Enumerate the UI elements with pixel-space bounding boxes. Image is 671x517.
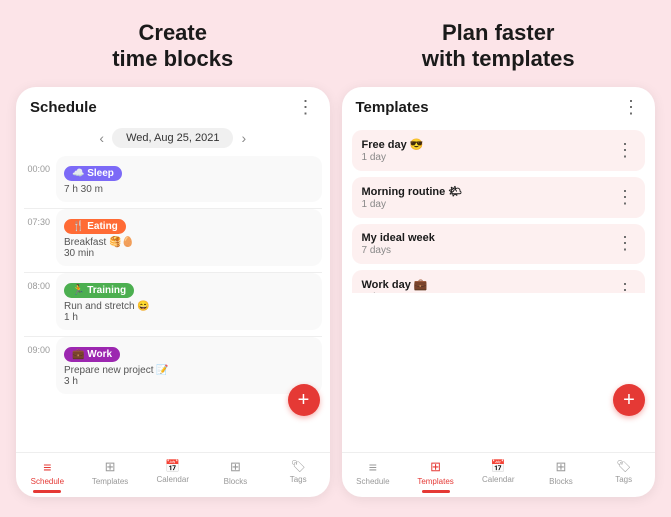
training-desc: Run and stretch 😄1 h <box>64 301 314 323</box>
time-label-0900: 09:00 <box>24 337 50 355</box>
nav-calendar-left[interactable]: 📅 Calendar <box>141 459 204 493</box>
time-block-row-training: 08:00 🏃 Training Run and stretch 😄1 h <box>16 273 330 336</box>
nav-tags-left[interactable]: 🏷 Tags <box>267 459 330 493</box>
calendar-nav-icon-right: 📅 <box>491 459 506 473</box>
time-block-row-eating: 07:30 🍴 Eating Breakfast 🥞🥚30 min <box>16 209 330 272</box>
template-duration-morning: 1 day <box>362 199 463 210</box>
nav-templates-left[interactable]: ⊞ Templates <box>79 459 142 493</box>
templates-menu-icon[interactable]: ⋮ <box>622 97 641 118</box>
tags-nav-icon-left: 🏷 <box>291 459 306 473</box>
template-name-morning: Morning routine 🌤 <box>362 185 463 198</box>
eating-block[interactable]: 🍴 Eating Breakfast 🥞🥚30 min <box>56 209 322 266</box>
nav-blocks-left[interactable]: ⊞ Blocks <box>204 459 267 493</box>
schedule-active-bar <box>33 490 61 493</box>
template-item-work-day[interactable]: Work day 💼 1 day ⋮ <box>352 270 646 293</box>
template-item-free-day[interactable]: Free day 😎 1 day ⋮ <box>352 130 646 171</box>
eating-desc: Breakfast 🥞🥚30 min <box>64 237 314 259</box>
nav-blocks-right[interactable]: ⊞ Blocks <box>530 459 593 493</box>
date-display[interactable]: Wed, Aug 25, 2021 <box>112 128 233 148</box>
schedule-nav-label: Schedule <box>31 477 64 486</box>
date-navigation: ‹ Wed, Aug 25, 2021 › <box>16 124 330 156</box>
templates-phone: Templates ⋮ Free day 😎 1 day ⋮ Morning r… <box>342 87 656 497</box>
templates-active-bar <box>422 490 450 493</box>
schedule-nav-icon: ≡ <box>43 459 51 475</box>
time-block-row: 00:00 ☁️ Sleep 7 h 30 m <box>16 156 330 208</box>
main-container: Createtime blocks Schedule ⋮ ‹ Wed, Aug … <box>0 0 671 517</box>
schedule-menu-icon[interactable]: ⋮ <box>297 97 316 118</box>
morning-menu-icon[interactable]: ⋮ <box>616 187 635 208</box>
schedule-bottom-nav: ≡ Schedule ⊞ Templates 📅 Calendar ⊞ Bloc… <box>16 452 330 497</box>
templates-spacer: + <box>342 293 656 452</box>
templates-nav-label-left: Templates <box>92 477 128 486</box>
blocks-nav-icon-left: ⊞ <box>230 459 241 475</box>
schedule-title: Schedule <box>30 99 97 116</box>
templates-bottom-nav: ≡ Schedule ⊞ Templates 📅 Calendar ⊞ Bloc… <box>342 452 656 497</box>
work-block[interactable]: 💼 Work Prepare new project 📝3 h <box>56 337 322 394</box>
template-duration-ideal-week: 7 days <box>362 245 435 256</box>
nav-tags-right[interactable]: 🏷 Tags <box>592 459 655 493</box>
template-name-free-day: Free day 😎 <box>362 138 424 151</box>
work-day-menu-icon[interactable]: ⋮ <box>616 280 635 293</box>
template-item-ideal-week[interactable]: My ideal week 7 days ⋮ <box>352 224 646 264</box>
time-label-0730: 07:30 <box>24 209 50 227</box>
sleep-block[interactable]: ☁️ Sleep 7 h 30 m <box>56 156 322 202</box>
template-info-morning: Morning routine 🌤 1 day <box>362 185 463 210</box>
next-date-arrow[interactable]: › <box>241 130 246 146</box>
calendar-nav-icon-left: 📅 <box>165 459 180 473</box>
blocks-nav-icon-right: ⊞ <box>556 459 567 475</box>
templates-nav-icon-right: ⊞ <box>430 459 441 475</box>
schedule-body: 00:00 ☁️ Sleep 7 h 30 m 07:30 🍴 Eating B… <box>16 156 330 400</box>
schedule-header: Schedule ⋮ <box>16 87 330 124</box>
sleep-tag: ☁️ Sleep <box>64 166 122 181</box>
templates-title: Templates <box>356 99 429 116</box>
schedule-nav-label-right: Schedule <box>356 477 389 486</box>
nav-calendar-right[interactable]: 📅 Calendar <box>467 459 530 493</box>
sleep-desc: 7 h 30 m <box>64 184 314 195</box>
nav-schedule-right[interactable]: ≡ Schedule <box>342 459 405 493</box>
training-tag: 🏃 Training <box>64 283 134 298</box>
ideal-week-menu-icon[interactable]: ⋮ <box>616 233 635 254</box>
time-label-0800: 08:00 <box>24 273 50 291</box>
templates-header: Templates ⋮ <box>342 87 656 126</box>
calendar-nav-label-right: Calendar <box>482 475 514 484</box>
templates-nav-icon-left: ⊞ <box>105 459 116 475</box>
schedule-nav-icon-right: ≡ <box>369 459 377 475</box>
tags-nav-icon-right: 🏷 <box>616 459 631 473</box>
template-duration-free-day: 1 day <box>362 152 424 163</box>
prev-date-arrow[interactable]: ‹ <box>99 130 104 146</box>
nav-templates-right[interactable]: ⊞ Templates <box>404 459 467 493</box>
template-item-morning[interactable]: Morning routine 🌤 1 day ⋮ <box>352 177 646 218</box>
schedule-fab[interactable]: + <box>288 384 320 416</box>
template-info-ideal-week: My ideal week 7 days <box>362 232 435 256</box>
schedule-phone: Schedule ⋮ ‹ Wed, Aug 25, 2021 › 00:00 ☁… <box>16 87 330 497</box>
calendar-nav-label-left: Calendar <box>157 475 189 484</box>
work-desc: Prepare new project 📝3 h <box>64 365 314 387</box>
eating-tag: 🍴 Eating <box>64 219 126 234</box>
time-label-0000: 00:00 <box>24 156 50 174</box>
free-day-menu-icon[interactable]: ⋮ <box>616 140 635 161</box>
left-panel: Createtime blocks Schedule ⋮ ‹ Wed, Aug … <box>16 20 330 497</box>
schedule-body-wrapper: 00:00 ☁️ Sleep 7 h 30 m 07:30 🍴 Eating B… <box>16 156 330 452</box>
work-tag: 💼 Work <box>64 347 120 362</box>
blocks-nav-label-left: Blocks <box>224 477 248 486</box>
template-name-work-day: Work day 💼 <box>362 278 428 291</box>
blocks-nav-label-right: Blocks <box>549 477 573 486</box>
template-list: Free day 😎 1 day ⋮ Morning routine 🌤 1 d… <box>342 126 656 293</box>
tags-nav-label-left: Tags <box>290 475 307 484</box>
templates-nav-label-right: Templates <box>417 477 453 486</box>
template-info-free-day: Free day 😎 1 day <box>362 138 424 163</box>
time-block-row-work: 09:00 💼 Work Prepare new project 📝3 h <box>16 337 330 400</box>
right-panel: Plan fasterwith templates Templates ⋮ Fr… <box>342 20 656 497</box>
tags-nav-label-right: Tags <box>615 475 632 484</box>
right-heading: Plan fasterwith templates <box>422 20 575 73</box>
left-heading: Createtime blocks <box>112 20 233 73</box>
training-block[interactable]: 🏃 Training Run and stretch 😄1 h <box>56 273 322 330</box>
nav-schedule[interactable]: ≡ Schedule <box>16 459 79 493</box>
templates-fab[interactable]: + <box>613 384 645 416</box>
template-name-ideal-week: My ideal week <box>362 232 435 244</box>
template-info-work-day: Work day 💼 1 day <box>362 278 428 293</box>
